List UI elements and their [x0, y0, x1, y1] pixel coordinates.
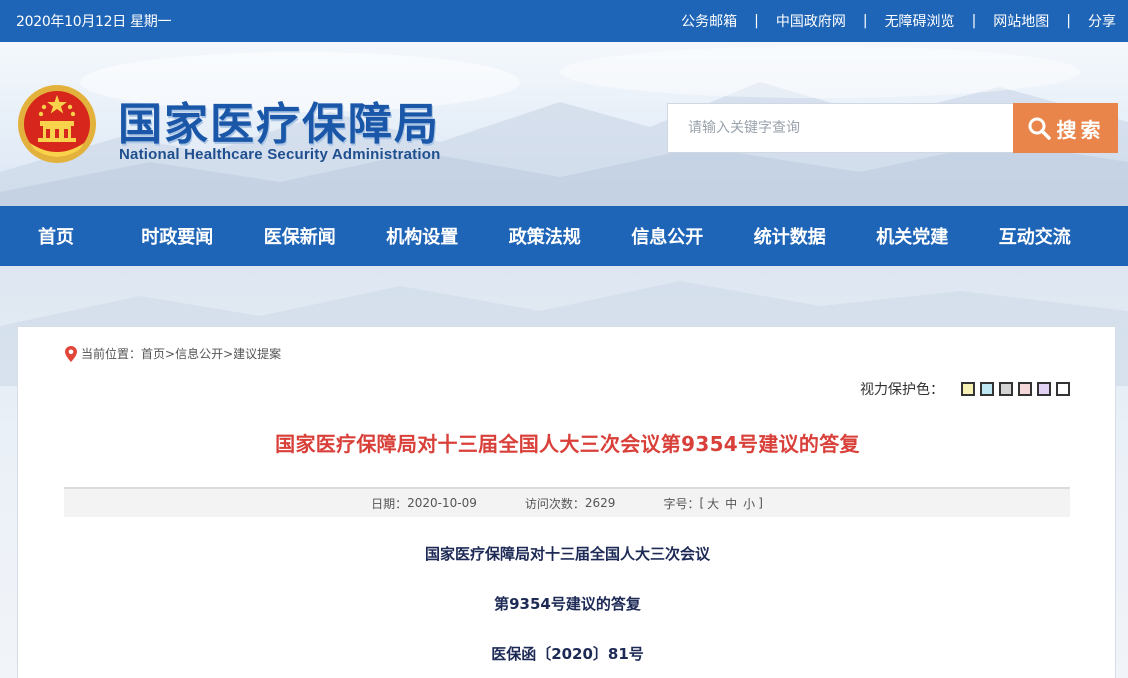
breadcrumb-prefix: 当前位置： [81, 347, 142, 361]
color-swatch-pink[interactable] [1018, 382, 1032, 396]
visit-count: 2629 [584, 496, 616, 510]
color-swatch-gray[interactable] [999, 382, 1013, 396]
national-emblem-icon [18, 85, 96, 163]
publish-date: 2020-10-09 [407, 496, 477, 510]
nav-disclosure[interactable]: 信息公开 [606, 223, 729, 249]
link-sitemap[interactable]: 网站地图 [993, 11, 1049, 31]
separator: | [1066, 13, 1071, 29]
breadcrumb-home[interactable]: 首页 [141, 345, 165, 362]
site-title: 国家医疗保障局 [118, 99, 440, 150]
link-share[interactable]: 分享 [1088, 11, 1116, 31]
nav-interaction[interactable]: 互动交流 [974, 223, 1097, 249]
bracket-open: [ [699, 496, 705, 510]
separator: | [862, 13, 868, 29]
font-size-large[interactable]: 大 [707, 495, 719, 512]
article-heading-line: 国家医疗保障局对十三届全国人大三次会议 [424, 545, 710, 563]
nav-organization[interactable]: 机构设置 [361, 223, 484, 249]
link-accessibility[interactable]: 无障碍浏览 [885, 11, 955, 31]
top-links: 公务邮箱 | 中国政府网 | 无障碍浏览 | 网站地图 | 分享 [681, 11, 1116, 31]
bracket-close: ] [758, 496, 763, 510]
search-button[interactable]: 搜索 [1013, 103, 1118, 153]
main-nav: 首页 时政要闻 医保新闻 机构设置 政策法规 信息公开 统计数据 机关党建 互动… [0, 206, 1128, 266]
date-label: 日期： [371, 496, 408, 511]
site-subtitle: National Healthcare Security Administrat… [119, 146, 441, 163]
breadcrumb-disclosure[interactable]: 信息公开 [175, 345, 223, 362]
link-mail[interactable]: 公务邮箱 [681, 11, 737, 31]
separator: | [754, 13, 759, 29]
search-icon [1028, 117, 1051, 140]
breadcrumb: 当前位置： 首页 > 信息公开 > 建议提案 [65, 345, 281, 362]
breadcrumb-separator: > [165, 346, 176, 361]
nav-statistics[interactable]: 统计数据 [729, 223, 852, 249]
article-title: 国家医疗保障局对十三届全国人大三次会议第9354号建议的答复 [275, 432, 860, 456]
article-meta: 日期： 2020-10-09 访问次数： 2629 字号： [ 大 中 小 ] [64, 487, 1070, 517]
eye-care-label: 视力保护色： [860, 382, 944, 398]
color-swatch-blue[interactable] [980, 382, 994, 396]
site-header: 国家医疗保障局 National Healthcare Security Adm… [0, 42, 1128, 206]
font-size-small[interactable]: 小 [743, 495, 755, 512]
article-card: 当前位置： 首页 > 信息公开 > 建议提案 视力保护色： 国家医疗保障局对十三… [17, 326, 1116, 678]
breadcrumb-separator: > [223, 346, 234, 361]
search-bar: 搜索 [667, 103, 1118, 153]
font-size-label: 字号： [663, 496, 700, 511]
nav-politics[interactable]: 时政要闻 [116, 223, 239, 249]
breadcrumb-proposals[interactable]: 建议提案 [233, 345, 281, 362]
color-swatch-purple[interactable] [1037, 382, 1051, 396]
eye-care-colors: 视力保护色： [860, 379, 1070, 399]
search-input[interactable] [667, 103, 1013, 153]
nav-news[interactable]: 医保新闻 [239, 223, 362, 249]
search-button-label: 搜索 [1056, 117, 1105, 142]
top-bar: 2020年10月12日 星期一 公务邮箱 | 中国政府网 | 无障碍浏览 | 网… [0, 0, 1128, 42]
nav-party[interactable]: 机关党建 [851, 223, 974, 249]
nav-home[interactable]: 首页 [38, 223, 116, 249]
separator: | [971, 13, 977, 29]
color-swatch-yellow[interactable] [961, 382, 975, 396]
current-date: 2020年10月12日 星期一 [16, 14, 172, 30]
document-number: 医保函〔2020〕81号 [491, 645, 644, 663]
nav-policy[interactable]: 政策法规 [484, 223, 607, 249]
font-size-medium[interactable]: 中 [725, 495, 737, 512]
visits-label: 访问次数： [524, 496, 585, 511]
article-heading-line: 第9354号建议的答复 [494, 595, 641, 613]
color-swatch-white[interactable] [1056, 382, 1070, 396]
link-gov[interactable]: 中国政府网 [776, 11, 846, 31]
location-pin-icon [65, 345, 77, 362]
